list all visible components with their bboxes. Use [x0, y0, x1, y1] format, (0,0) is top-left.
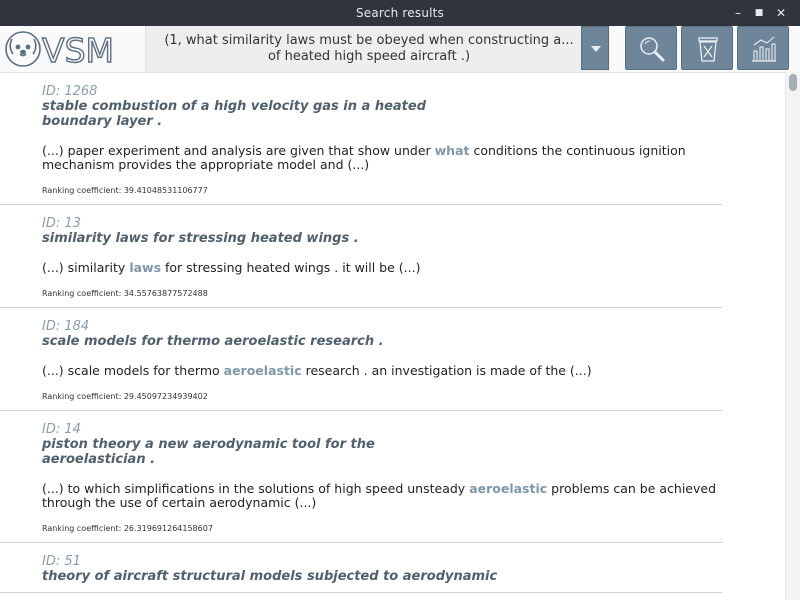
result-id: ID: 13 — [42, 216, 81, 231]
app-logo: VSM — [4, 30, 116, 68]
result-snippet: (...) paper experiment and analysis are … — [42, 144, 752, 172]
result-item[interactable]: ID: 14 piston theory a new aerodynamic t… — [0, 411, 722, 543]
scrollbar-thumb[interactable] — [789, 74, 797, 91]
result-id: ID: 1268 — [42, 84, 98, 99]
query-select[interactable]: (1, what similarity laws must be obeyed … — [145, 26, 610, 72]
result-item[interactable]: ID: 184 scale models for thermo aeroelas… — [0, 308, 722, 411]
window-titlebar: Search results – ■ ✕ — [0, 0, 800, 26]
logo-text: VSM — [42, 31, 114, 68]
result-snippet: (...) scale models for thermo aeroelasti… — [42, 364, 752, 378]
snippet-highlight: aeroelastic — [469, 481, 548, 496]
snippet-text: (...) similarity — [42, 260, 130, 275]
ranking-coefficient: Ranking coefficient: 34.55763877572488 — [42, 289, 208, 298]
result-title: similarity laws for stressing heated win… — [42, 231, 359, 246]
query-text: (1, what similarity laws must be obeyed … — [164, 33, 574, 64]
result-item[interactable]: ID: 51 theory of aircraft structural mod… — [0, 543, 722, 593]
ranking-coefficient: Ranking coefficient: 39.41048531106777 — [42, 186, 208, 195]
snippet-highlight: aeroelastic — [223, 363, 302, 378]
ranking-coefficient: Ranking coefficient: 26.319691264158607 — [42, 524, 213, 533]
search-zoom-icon — [640, 37, 665, 62]
result-item[interactable]: ID: 1268 stable combustion of a high vel… — [0, 73, 722, 205]
result-item[interactable]: ID: 13 similarity laws for stressing hea… — [0, 205, 722, 308]
result-title: stable combustion of a high velocity gas… — [42, 99, 427, 129]
bar-chart-icon — [752, 36, 776, 62]
dog-face-icon — [5, 31, 41, 67]
result-id: ID: 51 — [42, 554, 81, 569]
search-button[interactable] — [625, 26, 677, 70]
ranking-coefficient: Ranking coefficient: 29.45097234939402 — [42, 392, 208, 401]
snippet-text: (...) to which simplifications in the so… — [42, 481, 470, 496]
maximize-button[interactable]: ■ — [749, 0, 769, 26]
toolbar: VSM (1, what similarity laws must be obe… — [0, 26, 800, 73]
result-title: scale models for thermo aeroelastic rese… — [42, 334, 384, 349]
vertical-scrollbar[interactable] — [785, 72, 800, 600]
snippet-text: for stressing heated wings . it will be … — [161, 260, 421, 275]
snippet-text: (...) paper experiment and analysis are … — [42, 143, 435, 158]
snippet-highlight: laws — [129, 260, 162, 275]
window-title: Search results — [355, 6, 445, 20]
snippet-text: research . an investigation is made of t… — [301, 363, 592, 378]
snippet-text: (...) scale models for thermo — [42, 363, 224, 378]
clear-button[interactable] — [681, 26, 733, 70]
query-dropdown-button[interactable] — [581, 26, 609, 70]
result-snippet: (...) to which simplifications in the so… — [42, 482, 752, 510]
close-button[interactable]: ✕ — [771, 0, 791, 26]
minimize-button[interactable]: – — [728, 0, 748, 26]
result-id: ID: 14 — [42, 422, 81, 437]
trash-icon — [698, 37, 718, 62]
chart-button[interactable] — [737, 26, 789, 70]
result-title: piston theory a new aerodynamic tool for… — [42, 437, 375, 467]
results-list: ID: 1268 stable combustion of a high vel… — [0, 73, 785, 600]
result-snippet: (...) similarity laws for stressing heat… — [42, 261, 752, 275]
snippet-highlight: what — [434, 143, 470, 158]
result-id: ID: 184 — [42, 319, 90, 334]
result-title: theory of aircraft structural models sub… — [42, 569, 498, 584]
